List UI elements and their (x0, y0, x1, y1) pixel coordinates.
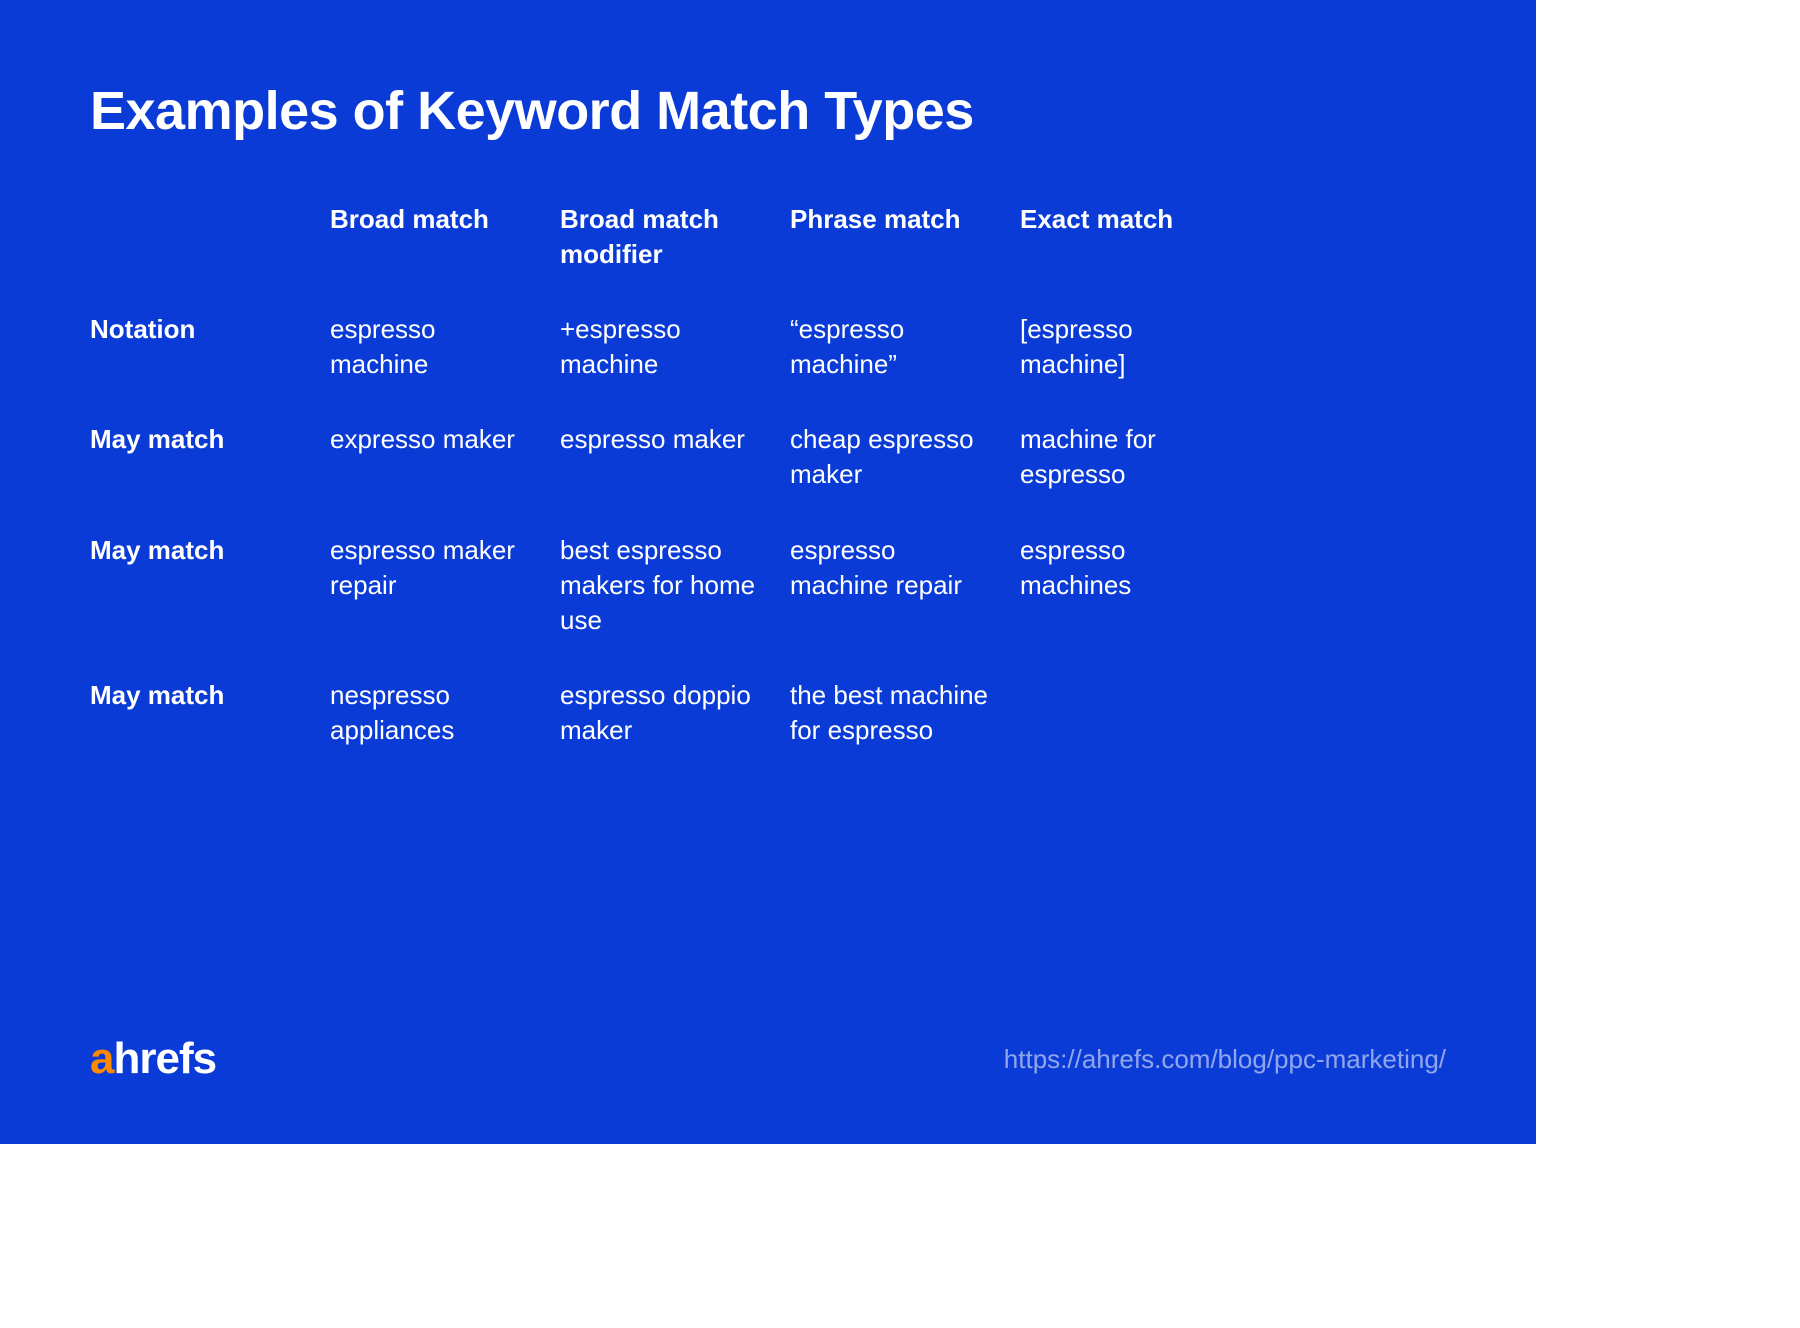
cell-notation-broad-mod: +espresso machine (560, 312, 790, 382)
cell-notation-exact: [espresso machine] (1020, 312, 1240, 382)
cell-notation-broad: espresso machine (330, 312, 560, 382)
logo-letter-a: a (90, 1034, 113, 1083)
cell-may1-phrase: cheap espresso maker (790, 422, 1020, 492)
source-url: https://ahrefs.com/blog/ppc-marketing/ (1004, 1044, 1446, 1075)
footer: ahrefs https://ahrefs.com/blog/ppc-marke… (90, 1034, 1446, 1084)
col-header-broad-mod: Broad match modifier (560, 202, 790, 272)
col-header-phrase: Phrase match (790, 202, 1020, 272)
cell-may2-phrase: espresso machine repair (790, 533, 1020, 638)
cell-may3-phrase: the best machine for espresso (790, 678, 1020, 748)
ahrefs-logo: ahrefs (90, 1034, 216, 1084)
cell-may2-broad: espresso maker repair (330, 533, 560, 638)
cell-may2-exact: espresso machines (1020, 533, 1240, 638)
info-card: Examples of Keyword Match Types Broad ma… (0, 0, 1536, 1144)
page-title: Examples of Keyword Match Types (90, 80, 1446, 142)
cell-may1-exact: machine for espresso (1020, 422, 1240, 492)
row-label-may1: May match (90, 422, 330, 492)
row-label-may3: May match (90, 678, 330, 748)
match-types-table: Broad match Broad match modifier Phrase … (90, 202, 1446, 748)
row-label-notation: Notation (90, 312, 330, 382)
cell-may2-broad-mod: best espresso makers for home use (560, 533, 790, 638)
cell-may1-broad: expresso maker (330, 422, 560, 492)
col-header-broad: Broad match (330, 202, 560, 272)
cell-may1-broad-mod: espresso maker (560, 422, 790, 492)
cell-may3-broad: nespresso appliances (330, 678, 560, 748)
cell-may3-exact (1020, 678, 1240, 748)
logo-rest: hrefs (113, 1034, 216, 1083)
col-header-exact: Exact match (1020, 202, 1240, 272)
row-label-may2: May match (90, 533, 330, 638)
cell-notation-phrase: “espresso machine” (790, 312, 1020, 382)
col-header-empty (90, 202, 330, 272)
cell-may3-broad-mod: espresso doppio maker (560, 678, 790, 748)
